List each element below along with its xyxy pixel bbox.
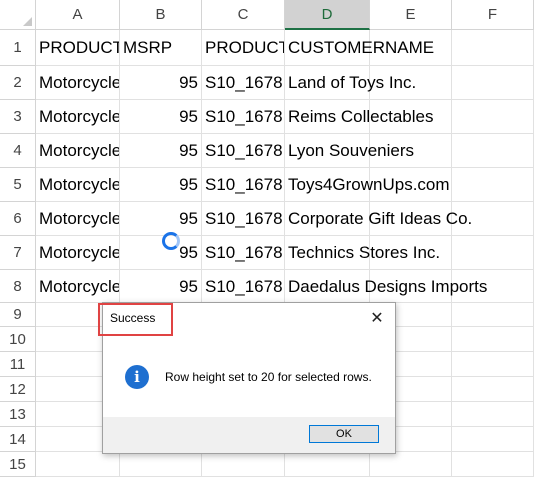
cell-b1[interactable]: MSRP xyxy=(120,30,202,66)
cell-c3[interactable]: S10_1678 xyxy=(202,100,285,134)
cell-c15[interactable] xyxy=(202,452,285,477)
row-header-6[interactable]: 6 xyxy=(0,202,36,236)
cell-f14[interactable] xyxy=(452,427,534,452)
column-header-d[interactable]: D xyxy=(285,0,370,30)
cell-a7[interactable]: Motorcycles xyxy=(36,236,120,270)
cell-b6[interactable]: 95 xyxy=(120,202,202,236)
cell-a8[interactable]: Motorcycles xyxy=(36,270,120,303)
cell-f7[interactable] xyxy=(452,236,534,270)
cell-a3[interactable]: Motorcycles xyxy=(36,100,120,134)
cell-d1[interactable]: CUSTOMERNAME xyxy=(285,30,434,66)
cell-d15[interactable] xyxy=(285,452,370,477)
dialog-message: Row height set to 20 for selected rows. xyxy=(165,370,372,384)
cell-f3[interactable] xyxy=(452,100,534,134)
row-header-4[interactable]: 4 xyxy=(0,134,36,168)
cell-f1[interactable] xyxy=(452,30,534,66)
column-header-b[interactable]: B xyxy=(120,0,202,30)
cell-b7[interactable]: 95 xyxy=(120,236,202,270)
row-header-1[interactable]: 1 xyxy=(0,30,36,66)
cell-c6[interactable]: S10_1678 xyxy=(202,202,285,236)
column-header-e[interactable]: E xyxy=(370,0,452,30)
cell-d6[interactable]: Corporate Gift Ideas Co. xyxy=(285,202,472,236)
cell-b3[interactable]: 95 xyxy=(120,100,202,134)
cell-f9[interactable] xyxy=(452,303,534,327)
cell-b2[interactable]: 95 xyxy=(120,66,202,100)
cell-d2[interactable]: Land of Toys Inc. xyxy=(285,66,416,100)
row-header-3[interactable]: 3 xyxy=(0,100,36,134)
cell-c5[interactable]: S10_1678 xyxy=(202,168,285,202)
cell-f2[interactable] xyxy=(452,66,534,100)
column-header-a[interactable]: A xyxy=(36,0,120,30)
dialog-footer: OK xyxy=(103,417,395,453)
cell-d4[interactable]: Lyon Souveniers xyxy=(285,134,414,168)
row-header-8[interactable]: 8 xyxy=(0,270,36,303)
cell-d3[interactable]: Reims Collectables xyxy=(285,100,434,134)
cell-c7[interactable]: S10_1678 xyxy=(202,236,285,270)
cell-f10[interactable] xyxy=(452,327,534,352)
cell-a15[interactable] xyxy=(36,452,120,477)
cell-c2[interactable]: S10_1678 xyxy=(202,66,285,100)
title-highlight-box xyxy=(98,303,173,336)
cell-f15[interactable] xyxy=(452,452,534,477)
row-header-11[interactable]: 11 xyxy=(0,352,36,377)
cell-a1[interactable]: PRODUCTLINE xyxy=(36,30,120,66)
cell-a4[interactable]: Motorcycles xyxy=(36,134,120,168)
cell-a6[interactable]: Motorcycles xyxy=(36,202,120,236)
cell-c4[interactable]: S10_1678 xyxy=(202,134,285,168)
row-header-9[interactable]: 9 xyxy=(0,303,36,327)
cell-f4[interactable] xyxy=(452,134,534,168)
dialog-body: i Row height set to 20 for selected rows… xyxy=(103,337,395,417)
cell-f5[interactable] xyxy=(452,168,534,202)
row-header-10[interactable]: 10 xyxy=(0,327,36,352)
row-header-5[interactable]: 5 xyxy=(0,168,36,202)
row-header-12[interactable]: 12 xyxy=(0,377,36,402)
ok-button[interactable]: OK xyxy=(309,425,379,443)
cell-c1[interactable]: PRODUCTCODE xyxy=(202,30,285,66)
busy-spinner-icon xyxy=(162,232,180,250)
row-header-2[interactable]: 2 xyxy=(0,66,36,100)
cell-f12[interactable] xyxy=(452,377,534,402)
cell-b5[interactable]: 95 xyxy=(120,168,202,202)
cell-e15[interactable] xyxy=(370,452,452,477)
row-header-13[interactable]: 13 xyxy=(0,402,36,427)
column-header-c[interactable]: C xyxy=(202,0,285,30)
select-all-corner[interactable] xyxy=(0,0,36,30)
cell-d5[interactable]: Toys4GrownUps.com xyxy=(285,168,450,202)
cell-b4[interactable]: 95 xyxy=(120,134,202,168)
cell-a5[interactable]: Motorcycles xyxy=(36,168,120,202)
row-header-7[interactable]: 7 xyxy=(0,236,36,270)
cell-d8[interactable]: Daedalus Designs Imports xyxy=(285,270,487,303)
cell-f11[interactable] xyxy=(452,352,534,377)
column-header-f[interactable]: F xyxy=(452,0,534,30)
cell-a2[interactable]: Motorcycles xyxy=(36,66,120,100)
close-icon[interactable]: ✕ xyxy=(367,309,387,329)
info-icon: i xyxy=(125,365,149,389)
cell-b15[interactable] xyxy=(120,452,202,477)
cell-b8[interactable]: 95 xyxy=(120,270,202,303)
row-header-14[interactable]: 14 xyxy=(0,427,36,452)
cell-c8[interactable]: S10_1678 xyxy=(202,270,285,303)
cell-f13[interactable] xyxy=(452,402,534,427)
cell-d7[interactable]: Technics Stores Inc. xyxy=(285,236,440,270)
row-header-15[interactable]: 15 xyxy=(0,452,36,477)
